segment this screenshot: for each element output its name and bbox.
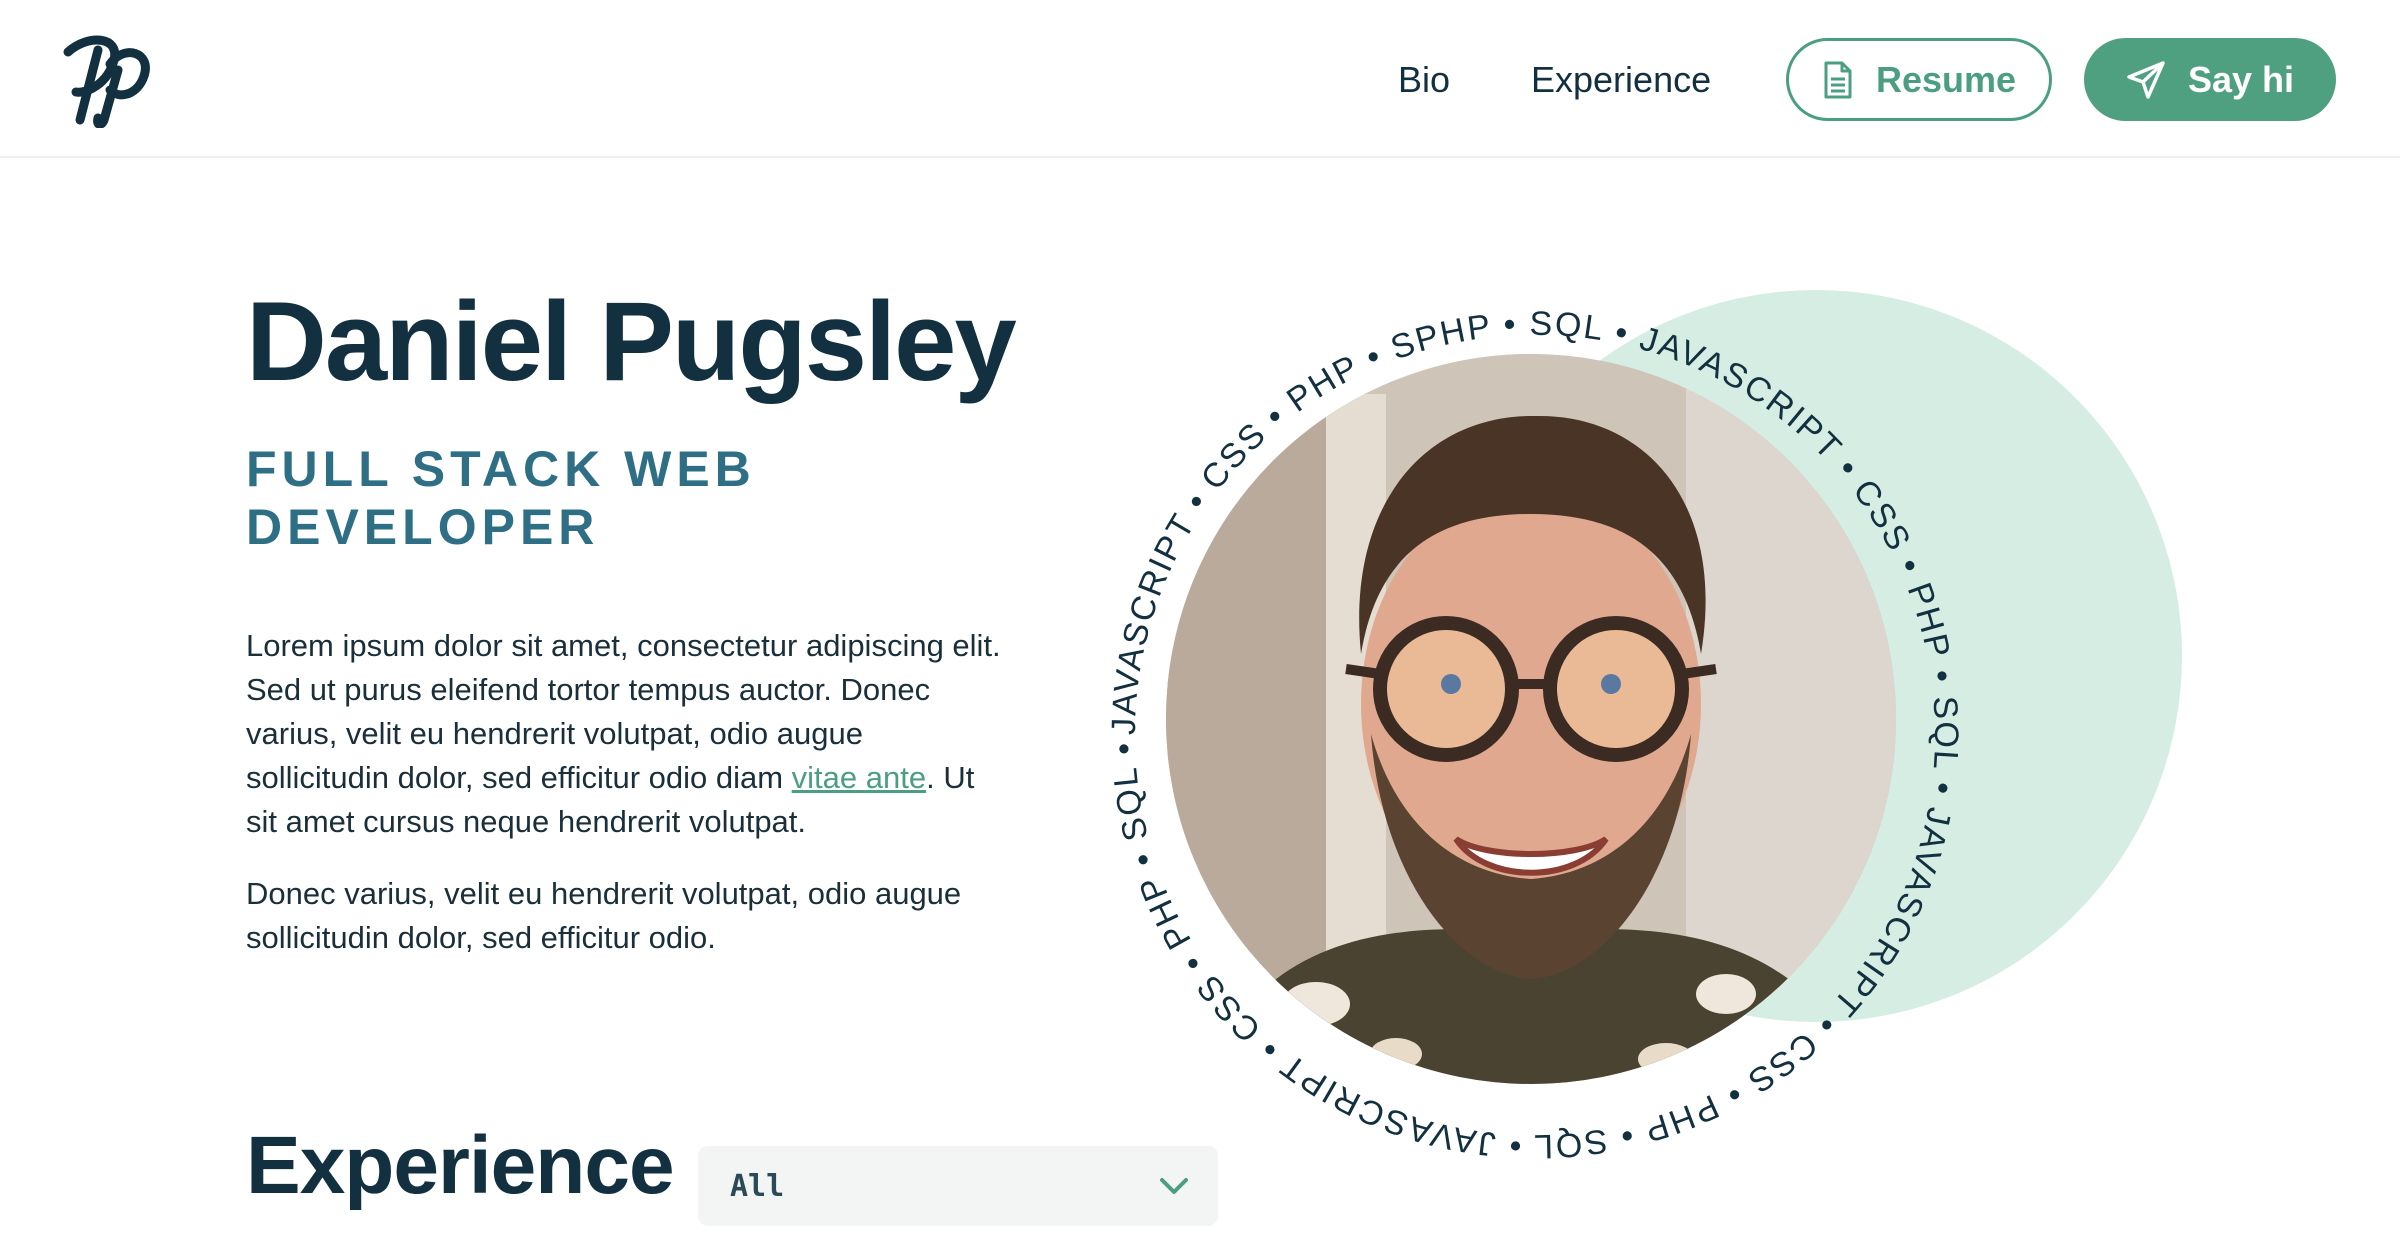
profile-photo bbox=[1166, 354, 1896, 1084]
say-hi-label: Say hi bbox=[2187, 58, 2295, 100]
document-icon bbox=[1824, 61, 1852, 98]
page-title: Daniel Pugsley bbox=[246, 279, 1017, 404]
resume-label: Resume bbox=[1875, 58, 2017, 100]
filter-value: All bbox=[730, 1168, 785, 1204]
bio-link[interactable]: vitae ante bbox=[792, 760, 926, 795]
dp-monogram-icon[interactable] bbox=[58, 30, 154, 128]
job-title: FULL STACK WEB DEVELOPER bbox=[246, 441, 756, 555]
send-icon bbox=[2127, 60, 2165, 99]
chevron-down-icon bbox=[1160, 1178, 1188, 1194]
experience-filter-select[interactable]: All bbox=[698, 1146, 1218, 1226]
resume-button[interactable]: Resume bbox=[1786, 38, 2052, 121]
say-hi-button[interactable]: Say hi bbox=[2084, 38, 2336, 121]
bio-text: Lorem ipsum dolor sit amet, consectetur … bbox=[246, 624, 1006, 988]
portrait-illustration bbox=[1166, 354, 1896, 1084]
bio-paragraph-1: Lorem ipsum dolor sit amet, consectetur … bbox=[246, 628, 1001, 839]
site-header: Bio Experience Resume Say hi bbox=[0, 0, 2400, 158]
experience-heading: Experience bbox=[246, 1120, 675, 1211]
nav-link-bio[interactable]: Bio bbox=[1398, 56, 1450, 104]
bio-paragraph-2: Donec varius, velit eu hendrerit volutpa… bbox=[246, 876, 962, 955]
nav-link-experience[interactable]: Experience bbox=[1531, 56, 1711, 104]
